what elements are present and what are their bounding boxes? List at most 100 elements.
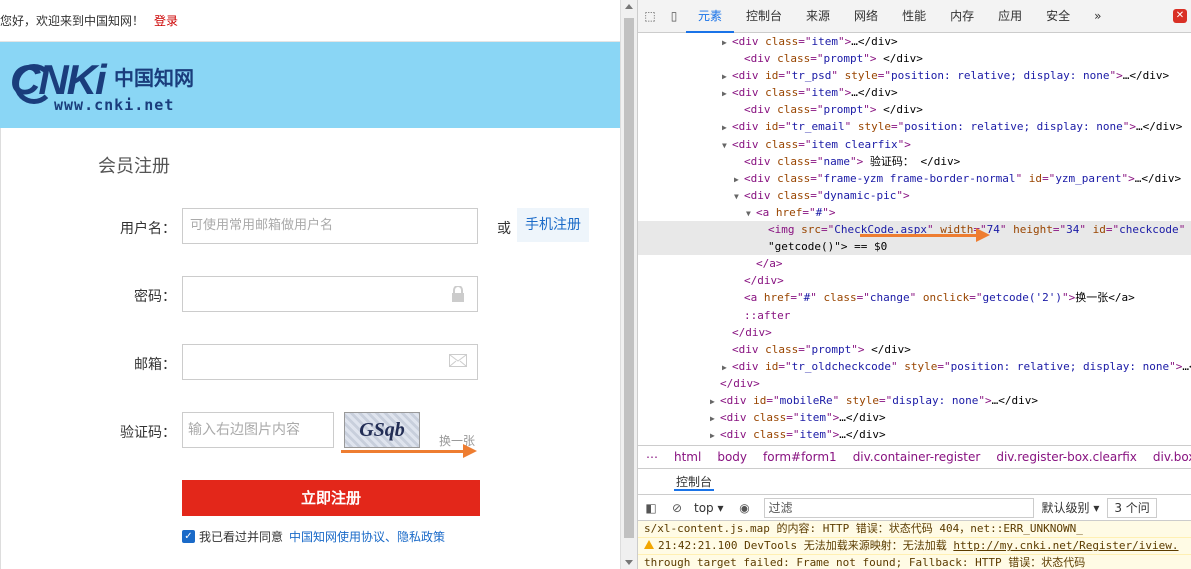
dom-node-line[interactable]: <a href="#" class="change" onclick="getc… <box>638 289 1191 306</box>
devtools-tab[interactable]: 安全 <box>1034 0 1082 33</box>
eye-icon[interactable]: ◉ <box>732 495 758 521</box>
device-toggle-icon[interactable]: ▯ <box>662 9 686 23</box>
scroll-down-icon[interactable] <box>625 560 633 565</box>
breadcrumb-item[interactable]: div.box-left <box>1145 450 1191 464</box>
console-message: 21:42:21.100 DevTools 无法加载来源映射：无法加载 http… <box>638 538 1191 555</box>
mobile-register-button[interactable]: 手机注册 <box>517 208 589 242</box>
email-input[interactable] <box>182 344 478 380</box>
dom-node-line[interactable]: ▶ <div class="item">…</div> <box>638 84 1191 101</box>
register-submit-button[interactable]: 立即注册 <box>182 480 480 516</box>
dom-node-line[interactable]: <div class="prompt"> </div> <box>638 101 1191 118</box>
dom-node-line[interactable]: ▶ <div class="item">…</div> <box>638 409 1191 426</box>
email-label: 邮箱： <box>134 357 176 373</box>
sidebar-toggle-icon[interactable]: ◧ <box>638 495 664 521</box>
devtools-tab[interactable]: 内存 <box>938 0 986 33</box>
logo-cn-name: 中国知网 <box>114 66 194 90</box>
dom-node-line[interactable]: ▼ <div class="item clearfix"> <box>638 136 1191 153</box>
breadcrumb-item[interactable]: div.container-register <box>845 450 989 464</box>
devtools-tab[interactable]: 控制台 <box>734 0 794 33</box>
console-filter-input[interactable]: 过滤 <box>763 497 1034 518</box>
mail-icon <box>449 354 467 370</box>
agree-text: 我已看过并同意 <box>199 530 284 544</box>
close-icon[interactable]: ✕ <box>1173 9 1187 23</box>
captcha-label: 验证码： <box>120 425 176 441</box>
dom-node-line[interactable]: </div> <box>638 272 1191 289</box>
dom-node-line[interactable]: <div class="prompt"> </div> <box>638 341 1191 358</box>
dom-node-line[interactable]: ▶ <div id="tr_email" style="position: rel… <box>638 118 1191 135</box>
dom-node-line[interactable]: "getcode()"> == $0 <box>638 238 1191 256</box>
expand-toggle-icon[interactable]: ▶ <box>722 34 732 51</box>
dom-node-line[interactable]: ▶ <div class="item">…</div> <box>638 33 1191 50</box>
page-scrollbar[interactable] <box>620 0 637 569</box>
dom-node-line[interactable]: ▶ <div class="frame-yzm frame-border-norm… <box>638 170 1191 187</box>
policy-link[interactable]: 中国知网使用协议、隐私政策 <box>289 528 445 545</box>
message-time: 21:42:21.100 <box>658 539 738 552</box>
dom-node-line[interactable]: ▼ <div class="dynamic-pic"> <box>638 187 1191 204</box>
clear-console-icon[interactable]: ⊘ <box>664 495 690 521</box>
web-page: 您好，欢迎来到中国知网！ 登录 CNKi 中国知网 www.cnki.net 会员… <box>0 0 620 569</box>
log-level-select[interactable]: 默认级别 ▾ <box>1042 495 1100 521</box>
message-text: DevTools 无法加载来源映射：无法加载 <box>744 539 954 552</box>
breadcrumb-item[interactable]: body <box>709 450 755 464</box>
breadcrumb-item[interactable]: form#form1 <box>755 450 845 464</box>
annotation-arrow <box>341 444 477 458</box>
breadcrumb-item[interactable]: html <box>666 450 709 464</box>
annotation-arrow-devtools <box>860 228 990 242</box>
devtools-tab[interactable]: 应用 <box>986 0 1034 33</box>
expand-toggle-icon[interactable]: ▼ <box>722 137 732 154</box>
dom-node-line[interactable]: ▶ <div id="tr_psd" style="position: relat… <box>638 67 1191 84</box>
dom-node-line[interactable]: ▼ <a href="#"> <box>638 204 1191 221</box>
context-select[interactable]: top ▾ <box>694 495 724 521</box>
or-text: 或 <box>497 221 511 237</box>
message-link[interactable]: http://my.cnki.net/Register/iview. <box>953 539 1178 552</box>
dom-node-line[interactable]: </div> <box>638 324 1191 341</box>
console-messages: s/xl-content.js.map 的内容: HTTP 错误：状态代码 40… <box>638 521 1191 569</box>
expand-toggle-icon[interactable]: ▶ <box>722 119 732 136</box>
username-label: 用户名： <box>120 221 176 237</box>
issues-count[interactable]: 3 个问 <box>1107 497 1157 518</box>
console-drawer-header: 控制台 <box>638 469 1191 495</box>
dom-node-line[interactable]: ▶ <div id="mobileRe" style="display: none… <box>638 392 1191 409</box>
dom-node-line[interactable]: <div class="prompt"> </div> <box>638 50 1191 67</box>
expand-toggle-icon[interactable]: ▶ <box>710 427 720 443</box>
captcha-image[interactable]: GSqb <box>344 412 420 448</box>
dom-node-line[interactable]: <div class="name"> 验证码： </div> <box>638 153 1191 170</box>
more-tabs-button[interactable]: » <box>1082 0 1113 33</box>
devtools-tab[interactable]: 性能 <box>890 0 938 33</box>
dom-node-line[interactable]: ▶ <div class="item">…</div> <box>638 426 1191 443</box>
header-banner: CNKi 中国知网 www.cnki.net <box>0 42 620 128</box>
breadcrumb: ⋯ html body form#form1 div.container-registe… <box>638 445 1191 469</box>
captcha-input[interactable]: 输入右边图片内容 <box>182 412 334 448</box>
console-toolbar: ◧ ⊘ top ▾ ◉ 过滤 默认级别 ▾ 3 个问 <box>638 495 1191 521</box>
expand-toggle-icon[interactable]: ▶ <box>722 68 732 85</box>
inspect-icon[interactable]: ⬚ <box>638 9 662 23</box>
logo-url: www.cnki.net <box>54 96 175 114</box>
dom-node-line[interactable]: </a> <box>638 255 1191 272</box>
login-link[interactable]: 登录 <box>154 14 178 28</box>
tab-console[interactable]: 控制台 <box>674 475 715 491</box>
dom-node-line[interactable]: ▶ <div id="tr_oldcheckcode" style="positi… <box>638 358 1191 375</box>
warning-icon <box>644 540 654 549</box>
greeting-text: 您好，欢迎来到中国知网！ <box>0 14 145 28</box>
expand-toggle-icon[interactable]: ▶ <box>710 410 720 427</box>
scroll-thumb[interactable] <box>624 18 634 538</box>
expand-toggle-icon[interactable]: ▶ <box>710 393 720 410</box>
scroll-up-icon[interactable] <box>625 4 633 9</box>
page-title: 会员注册 <box>98 156 170 177</box>
expand-toggle-icon[interactable]: ▼ <box>734 188 744 205</box>
expand-toggle-icon[interactable]: ▼ <box>746 205 756 222</box>
agree-checkbox[interactable]: ✓ <box>182 530 195 543</box>
cnki-logo[interactable]: CNKi 中国知网 www.cnki.net <box>10 52 210 116</box>
devtools-tab[interactable]: 来源 <box>794 0 842 33</box>
username-input[interactable]: 可使用常用邮箱做用户名 <box>182 208 478 244</box>
devtools-tab[interactable]: 元素 <box>686 0 735 33</box>
devtools-tab[interactable]: 网络 <box>842 0 890 33</box>
dom-node-line[interactable]: ::after <box>638 307 1191 324</box>
breadcrumb-item[interactable]: div.register-box.clearfix <box>988 450 1145 464</box>
expand-toggle-icon[interactable]: ▶ <box>722 359 732 376</box>
dom-node-line[interactable]: </div> <box>638 375 1191 392</box>
expand-toggle-icon[interactable]: ▶ <box>734 171 744 188</box>
expand-toggle-icon[interactable]: ▶ <box>722 85 732 102</box>
password-input[interactable] <box>182 276 478 312</box>
breadcrumb-more-icon[interactable]: ⋯ <box>638 450 666 464</box>
